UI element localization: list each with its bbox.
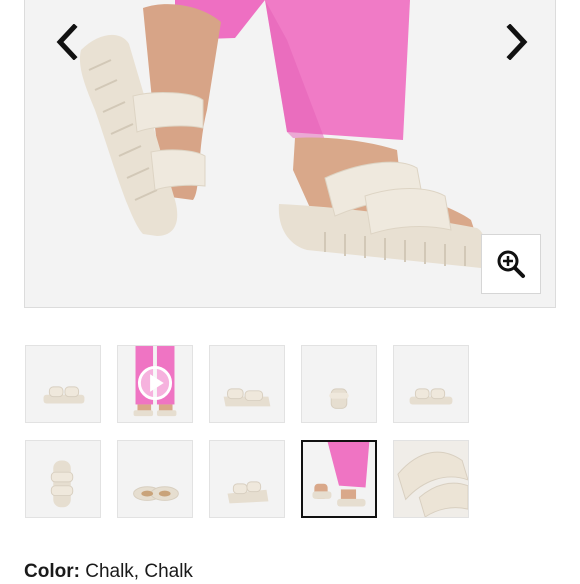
zoom-in-icon [497,250,525,278]
thumbnail-image [394,346,468,422]
thumbnail-image [26,346,100,422]
thumbnail-8[interactable] [209,440,285,518]
play-icon [137,365,173,401]
thumbnail-image [210,346,284,422]
thumbnail-10[interactable] [393,440,469,518]
thumbnail-image [394,441,468,517]
color-value: Chalk, Chalk [79,561,193,582]
color-label: Color: [24,561,80,582]
thumbnail-image [302,346,376,422]
thumbnail-6[interactable] [25,440,101,518]
thumbnail-3[interactable] [209,345,285,423]
chevron-left-icon [56,24,78,60]
thumbnail-image [303,442,375,516]
thumbnail-4[interactable] [301,345,377,423]
thumbnail-image [118,441,192,517]
hero-image[interactable] [24,0,556,308]
chevron-right-icon [506,24,528,60]
product-color: Color: Chalk, Chalk [24,560,193,584]
hero-image-illustration [25,0,555,307]
thumbnail-1[interactable] [25,345,101,423]
thumbnail-video[interactable] [117,345,193,423]
thumbnail-image [210,441,284,517]
zoom-button[interactable] [481,234,541,294]
previous-image-button[interactable] [49,22,85,62]
thumbnail-image [26,441,100,517]
next-image-button[interactable] [499,22,535,62]
thumbnail-5[interactable] [393,345,469,423]
thumbnail-7[interactable] [117,440,193,518]
thumbnail-9-selected[interactable] [301,440,377,518]
